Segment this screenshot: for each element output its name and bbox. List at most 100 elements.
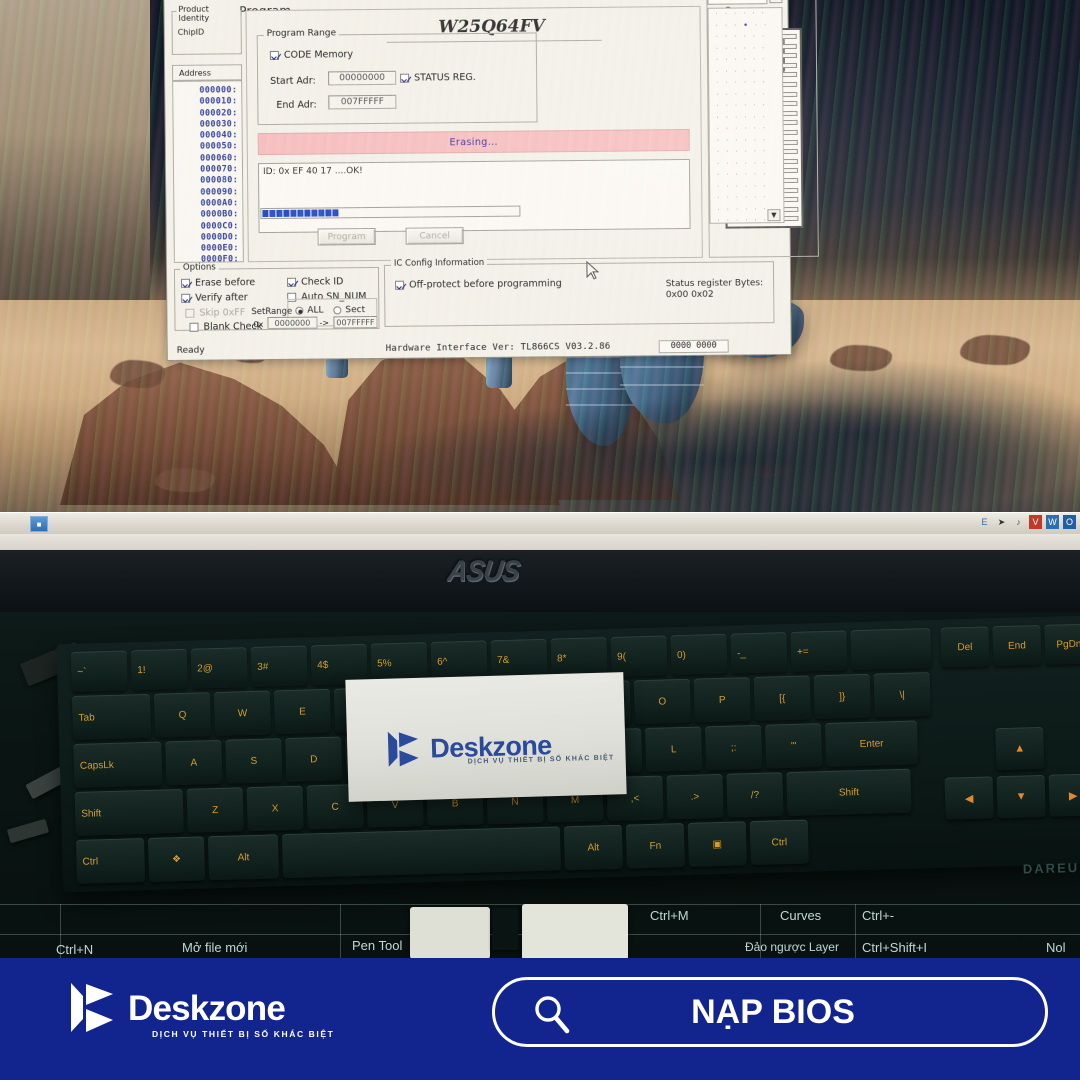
key-capslk[interactable]: CapsLk xyxy=(73,741,163,788)
system-tray[interactable]: E ➤ ♪ V W O xyxy=(978,515,1076,529)
key--[interactable]: [{ xyxy=(753,675,811,721)
program-button[interactable]: Program xyxy=(317,227,376,246)
options-group: Options Erase before Check ID Verify aft… xyxy=(173,262,380,333)
end-adr-input[interactable]: 007FFFFF xyxy=(328,94,397,110)
w-app-icon[interactable]: W xyxy=(1046,515,1059,529)
key-blank[interactable] xyxy=(281,826,562,879)
key-enter[interactable]: Enter xyxy=(824,720,919,767)
range-from-input[interactable]: 0000000 xyxy=(267,316,318,330)
checkbox-box xyxy=(185,308,195,318)
progress-block xyxy=(269,209,275,217)
key--[interactable]: ▣ xyxy=(687,821,747,867)
key-z[interactable]: Z xyxy=(186,787,244,833)
config-dot: · xyxy=(715,32,719,41)
key-blank[interactable] xyxy=(850,628,932,671)
key--[interactable]: .> xyxy=(666,773,724,820)
chip-program-window[interactable]: Chip Program Product Identity ChipID Add… xyxy=(163,0,819,361)
start-adr-input[interactable]: 00000000 xyxy=(328,70,397,86)
key-shift[interactable]: Shift xyxy=(74,788,184,836)
start-adr-label: Start Adr: xyxy=(270,75,316,87)
config-dot: · xyxy=(744,135,747,144)
key-tab[interactable]: Tab xyxy=(71,693,152,741)
config-dot-row: · · · · · · xyxy=(710,135,783,147)
key-2-[interactable]: 2@ xyxy=(190,647,248,689)
key-9-[interactable]: 9( xyxy=(610,635,668,677)
config-dot: · xyxy=(762,66,765,75)
key-x[interactable]: X xyxy=(246,785,304,832)
key-end[interactable]: End xyxy=(992,624,1042,667)
config-dot: · xyxy=(734,67,737,76)
radio-sect[interactable]: Sect xyxy=(333,305,365,315)
key-3-[interactable]: 3# xyxy=(250,645,308,687)
speaker-icon[interactable]: ♪ xyxy=(1012,515,1025,529)
key--[interactable]: ~` xyxy=(70,650,128,693)
address-row: 000010: xyxy=(199,96,238,107)
erase-before-checkbox[interactable]: Erase before xyxy=(181,277,255,289)
config-dot: · xyxy=(725,113,729,122)
bluetooth-icon[interactable]: ➤ xyxy=(995,515,1008,529)
code-memory-checkbox[interactable]: CODE Memory xyxy=(269,49,353,61)
ime-icon[interactable]: E xyxy=(978,515,991,529)
key--[interactable]: ❖ xyxy=(147,836,206,882)
key-w[interactable]: W xyxy=(213,690,272,737)
search-pill[interactable]: NẠP BIOS xyxy=(492,977,1048,1047)
key-l[interactable]: L xyxy=(645,726,703,773)
key--[interactable]: /? xyxy=(726,772,784,818)
key-d[interactable]: D xyxy=(285,736,343,783)
key--[interactable]: ]} xyxy=(813,673,871,720)
mat-shortcut-key: Ctrl+M xyxy=(650,908,689,923)
key--[interactable]: ▼ xyxy=(996,774,1046,819)
range-to-input[interactable]: 007FFFFF xyxy=(333,315,378,329)
status-hex-field: 0000 0000 xyxy=(658,339,729,353)
key-o[interactable]: O xyxy=(633,678,691,725)
chevron-up-icon[interactable]: ▲ xyxy=(769,0,783,4)
key-shift[interactable]: Shift xyxy=(786,768,912,817)
key--[interactable]: '" xyxy=(765,723,823,769)
config-dot: • xyxy=(743,20,748,29)
o-app-icon[interactable]: O xyxy=(1063,515,1076,529)
blank-check-checkbox[interactable]: Blank Check xyxy=(189,321,262,333)
key--[interactable]: ▲ xyxy=(995,726,1045,771)
config-dot: · xyxy=(744,101,747,110)
config-dot-list[interactable]: · · · · · · · · · • · · · · · · · · · · · · · · · · · · · · · · · · · · · · · ·… xyxy=(707,7,785,224)
key-s[interactable]: S xyxy=(225,738,283,784)
start-menu-icon[interactable]: ■ xyxy=(30,516,48,532)
key-a[interactable]: A xyxy=(165,739,223,786)
config-dot: · xyxy=(743,78,747,87)
check-id-checkbox[interactable]: Check ID xyxy=(287,276,344,288)
config-dot: · xyxy=(743,66,747,75)
key--[interactable]: ◀ xyxy=(944,776,994,820)
key--[interactable]: \| xyxy=(873,672,931,718)
wallpaper-shadow xyxy=(620,360,1080,510)
config-dot-row: · · · · · · xyxy=(710,181,783,193)
key--[interactable]: ;: xyxy=(705,724,763,771)
config-dot: · xyxy=(734,32,737,41)
v-app-icon[interactable]: V xyxy=(1029,515,1042,529)
off-protect-checkbox[interactable]: Off-protect before programming xyxy=(395,278,562,291)
radio-all[interactable]: ALL xyxy=(295,305,324,316)
key-1-[interactable]: 1! xyxy=(130,648,188,691)
key--[interactable]: -_ xyxy=(730,632,788,674)
chevron-down-icon[interactable]: ▼ xyxy=(767,209,781,222)
key-alt[interactable]: Alt xyxy=(563,824,623,871)
key-q[interactable]: Q xyxy=(153,692,212,738)
key-alt[interactable]: Alt xyxy=(207,834,280,881)
verify-after-checkbox[interactable]: Verify after xyxy=(181,292,248,304)
key-ctrl[interactable]: Ctrl xyxy=(749,819,809,866)
key--[interactable]: ▶ xyxy=(1048,773,1080,817)
key--[interactable]: += xyxy=(790,630,848,672)
config-dropdown[interactable] xyxy=(707,0,768,5)
windows-taskbar[interactable]: ■ E ➤ ♪ V W O xyxy=(0,512,1080,534)
key-fn[interactable]: Fn xyxy=(625,822,685,869)
cancel-button[interactable]: Cancel xyxy=(405,227,464,245)
key-e[interactable]: E xyxy=(273,688,332,735)
key-pgdn[interactable]: PgDn xyxy=(1044,623,1080,665)
status-reg-checkbox[interactable]: STATUS REG. xyxy=(400,72,476,84)
key-ctrl[interactable]: Ctrl xyxy=(75,838,146,884)
key-p[interactable]: P xyxy=(693,677,751,723)
config-dot: · xyxy=(753,135,756,144)
config-dot: · xyxy=(762,55,765,64)
address-list[interactable]: 000000: 000010: 000020: 000030: 000040: … xyxy=(172,80,244,263)
key-0-[interactable]: 0) xyxy=(670,633,728,676)
key-del[interactable]: Del xyxy=(940,626,990,668)
